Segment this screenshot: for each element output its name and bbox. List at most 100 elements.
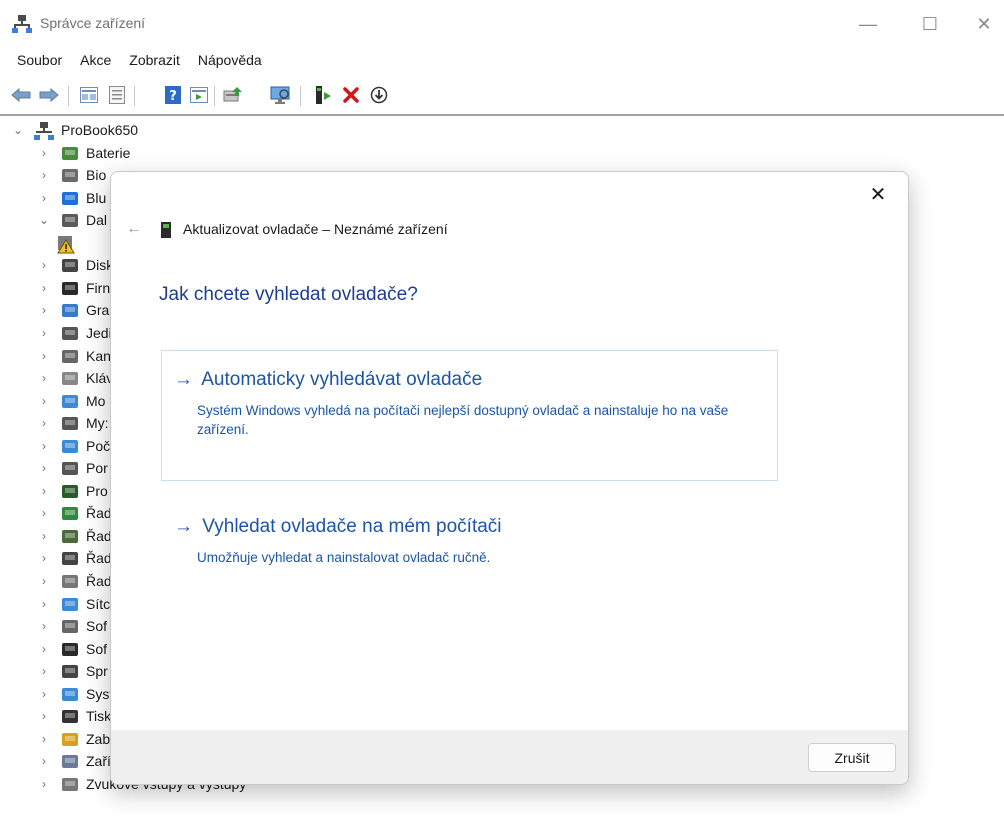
chevron-right-icon[interactable]: › — [38, 551, 50, 565]
dialog-header-title: Aktualizovat ovladače – Neznámé zařízení — [183, 221, 448, 237]
chevron-right-icon[interactable]: › — [38, 349, 50, 363]
forward-button[interactable] — [38, 84, 60, 106]
tree-category[interactable]: › Baterie — [0, 143, 400, 165]
menu-soubor[interactable]: Soubor — [8, 50, 71, 74]
enable-device-button[interactable] — [312, 84, 334, 106]
chevron-right-icon[interactable]: › — [38, 777, 50, 791]
scan-hardware-button[interactable] — [270, 84, 292, 106]
chevron-right-icon[interactable]: › — [38, 484, 50, 498]
tree-category-label: Řad — [86, 527, 112, 544]
device-category-icon — [62, 281, 78, 295]
chevron-right-icon[interactable]: › — [38, 258, 50, 272]
download-button[interactable] — [368, 84, 390, 106]
help-icon: ? — [165, 86, 181, 104]
chevron-right-icon[interactable]: › — [38, 146, 50, 160]
option-browse-computer-description: Umožňuje vyhledat a nainstalovat ovladač… — [197, 550, 491, 565]
chevron-down-icon[interactable]: ⌄ — [38, 213, 50, 227]
chevron-right-icon[interactable]: › — [38, 664, 50, 678]
device-category-icon — [62, 372, 78, 386]
action-button[interactable] — [188, 84, 210, 106]
toolbar: ? — [0, 78, 1004, 116]
option-browse-computer-title: → Vyhledat ovladače na mém počítači — [174, 516, 502, 538]
chevron-right-icon[interactable]: › — [38, 439, 50, 453]
chevron-right-icon[interactable]: › — [38, 461, 50, 475]
dialog-close-button[interactable]: ✕ — [862, 178, 894, 210]
chevron-right-icon[interactable]: › — [38, 371, 50, 385]
option-auto-search-title: → Automaticky vyhledávat ovladače — [174, 369, 482, 391]
tree-category-label: Sof — [86, 640, 108, 657]
chevron-right-icon[interactable]: › — [38, 642, 50, 656]
properties-button[interactable] — [78, 84, 100, 106]
chevron-down-icon[interactable]: ⌄ — [12, 123, 24, 137]
tree-category-label: Baterie — [86, 144, 131, 161]
toolbar-separator — [134, 86, 135, 106]
tree-root-label: ProBook650 — [61, 122, 139, 138]
chevron-right-icon[interactable]: › — [38, 326, 50, 340]
back-button[interactable] — [10, 84, 32, 106]
device-category-icon — [62, 462, 78, 476]
tree-category-label: Kan — [86, 347, 111, 364]
device-category-icon — [62, 439, 78, 453]
update-driver-icon — [223, 87, 242, 102]
chevron-right-icon[interactable]: › — [38, 687, 50, 701]
device-category-icon — [62, 259, 78, 273]
update-driver-button[interactable] — [222, 84, 244, 106]
tree-root-probook650[interactable]: ⌄ ProBook650 — [0, 120, 400, 142]
arrow-right-icon: → — [174, 369, 193, 390]
tree-category-label: My: — [86, 415, 109, 432]
tree-category-label: Tisk — [86, 708, 112, 725]
option-auto-search[interactable]: → Automaticky vyhledávat ovladače Systém… — [161, 350, 778, 481]
chevron-right-icon[interactable]: › — [38, 191, 50, 205]
action-icon — [190, 87, 208, 103]
chevron-right-icon[interactable]: › — [38, 303, 50, 317]
chevron-right-icon[interactable]: › — [38, 506, 50, 520]
menu-zobrazit[interactable]: Zobrazit — [120, 50, 189, 74]
tree-category-label: Gra — [86, 302, 110, 319]
window-title: Správce zařízení — [40, 15, 146, 31]
uninstall-icon — [343, 87, 359, 103]
chevron-right-icon[interactable]: › — [38, 394, 50, 408]
tree-category-label: Poč — [86, 437, 111, 454]
uninstall-button[interactable] — [340, 84, 362, 106]
device-category-icon — [62, 777, 78, 791]
minimize-button[interactable]: — — [848, 10, 888, 38]
chevron-right-icon[interactable]: › — [38, 619, 50, 633]
device-category-icon — [62, 326, 78, 340]
maximize-button[interactable]: ☐ — [910, 10, 950, 38]
chevron-right-icon[interactable]: › — [38, 574, 50, 588]
toolbar-separator — [214, 86, 215, 106]
chevron-right-icon[interactable]: › — [38, 732, 50, 746]
device-category-icon — [62, 484, 78, 498]
option-browse-computer[interactable]: → Vyhledat ovladače na mém počítači Umož… — [161, 497, 778, 577]
cancel-button[interactable]: Zrušit — [808, 743, 896, 772]
chevron-right-icon[interactable]: › — [38, 597, 50, 611]
tree-category-label: Řad — [86, 505, 112, 522]
device-category-icon — [62, 214, 78, 228]
chevron-right-icon[interactable]: › — [38, 168, 50, 182]
tree-category-label: Por — [86, 460, 108, 477]
toolbar-separator — [300, 86, 301, 106]
scan-hardware-icon — [270, 86, 290, 104]
menu-akce[interactable]: Akce — [71, 50, 120, 74]
list-button[interactable] — [106, 84, 128, 106]
chevron-right-icon[interactable]: › — [38, 281, 50, 295]
dialog-back-button[interactable]: ← — [123, 218, 145, 240]
minimize-icon: — — [859, 13, 877, 34]
chevron-right-icon[interactable]: › — [38, 529, 50, 543]
help-button[interactable]: ? — [162, 84, 184, 106]
close-window-button[interactable]: ✕ — [964, 10, 1004, 38]
back-icon — [11, 88, 31, 102]
device-category-icon — [62, 191, 78, 205]
device-category-icon — [62, 575, 78, 588]
chevron-right-icon[interactable]: › — [38, 416, 50, 430]
device-category-icon — [62, 552, 78, 566]
device-category-icon — [62, 665, 78, 679]
tree-category-label: Dal — [86, 212, 108, 229]
device-category-icon — [62, 597, 78, 611]
chevron-right-icon[interactable]: › — [38, 754, 50, 768]
tree-category-label: Sof — [86, 618, 108, 635]
chevron-right-icon[interactable]: › — [38, 709, 50, 723]
device-manager-icon — [12, 15, 32, 33]
menu-napoveda[interactable]: Nápověda — [189, 50, 271, 74]
device-category-icon — [62, 394, 78, 408]
